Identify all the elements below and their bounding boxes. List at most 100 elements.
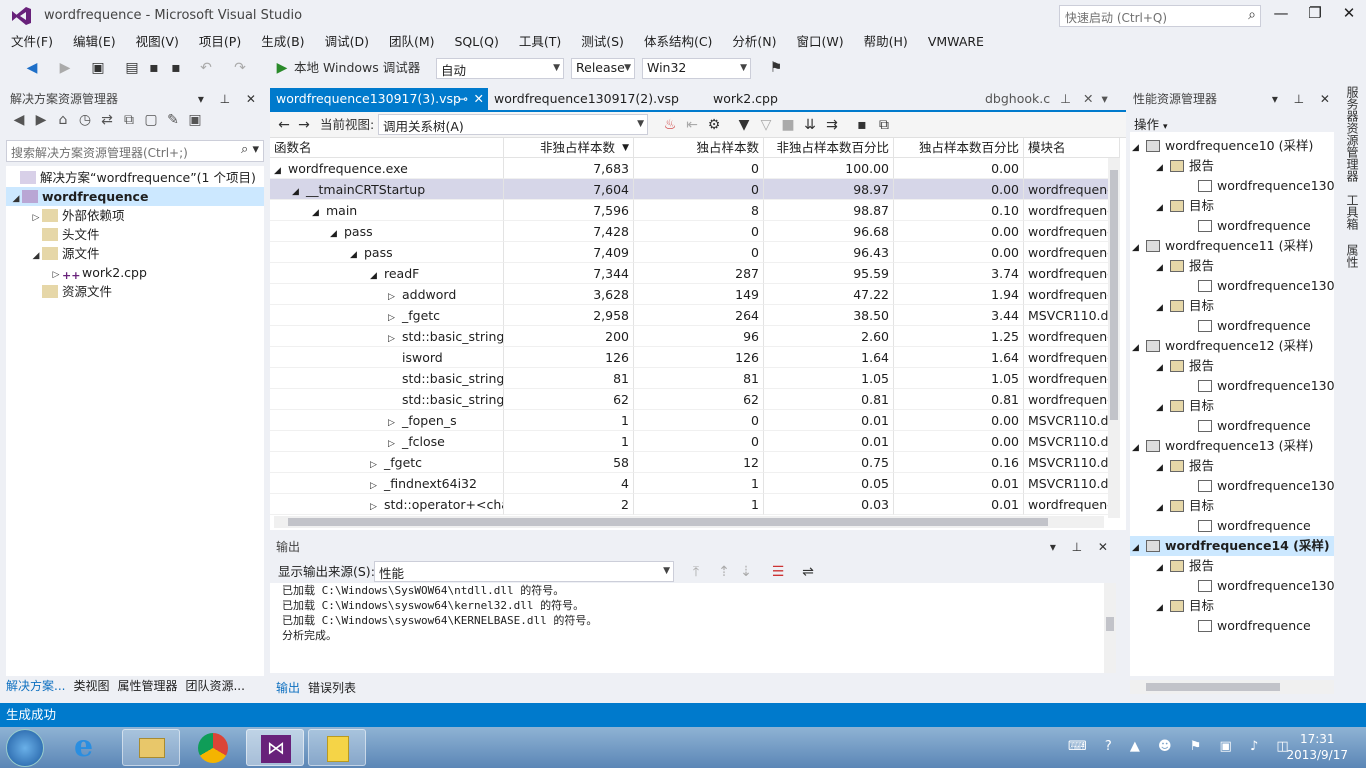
tab-work2-cpp[interactable]: work2.cpp: [707, 88, 784, 110]
column-header-function[interactable]: 函数名: [270, 138, 504, 158]
table-row[interactable]: ▷ _fopen_s 1 0 0.01 0.00 MSVCR110.dll: [270, 410, 1120, 431]
new-project-icon[interactable]: ▣: [88, 58, 108, 78]
start-button[interactable]: [6, 729, 44, 767]
current-view-combo[interactable]: 调用关系树(A) ▼: [378, 114, 648, 135]
table-row[interactable]: ▷ addword 3,628 149 47.22 1.94 wordfrequence: [270, 284, 1120, 305]
expander-icon[interactable]: ▷: [388, 413, 402, 430]
tree-item-work2-cpp[interactable]: ▷ ++ work2.cpp: [6, 263, 264, 282]
export-icon[interactable]: ▪: [854, 115, 870, 135]
pin-icon[interactable]: ⊸: [458, 88, 468, 110]
chrome-icon[interactable]: [184, 729, 242, 766]
expander-icon[interactable]: ◢: [350, 245, 364, 262]
menu-tools[interactable]: 工具(T): [508, 32, 570, 52]
expander-icon[interactable]: ▷: [370, 476, 384, 493]
reroot-icon[interactable]: ⇤: [684, 115, 700, 135]
table-row[interactable]: ◢ main 7,596 8 98.87 0.10 wordfrequence: [270, 200, 1120, 221]
expander-icon[interactable]: ◢: [370, 266, 384, 283]
vertical-scrollbar[interactable]: [1104, 583, 1116, 673]
expander-icon[interactable]: ▷: [388, 329, 402, 346]
scrollbar-thumb[interactable]: [288, 518, 1048, 526]
tree-item-headers[interactable]: 头文件: [6, 225, 264, 244]
close-icon[interactable]: ✕: [474, 88, 484, 110]
collapse-icon[interactable]: ◢: [1132, 138, 1146, 158]
home-icon[interactable]: ⌂: [52, 112, 74, 128]
menu-build[interactable]: 生成(B): [250, 32, 313, 52]
expander-icon[interactable]: ◢: [274, 161, 288, 178]
maximize-button[interactable]: ❐: [1302, 4, 1328, 26]
tree-session[interactable]: ◢ wordfrequence10 (采样): [1130, 136, 1334, 156]
tab-vsp-2[interactable]: wordfrequence130917(2).vsp: [488, 88, 685, 110]
tree-session[interactable]: ◢ wordfrequence13 (采样): [1130, 436, 1334, 456]
collapse-icon[interactable]: ◢: [1156, 358, 1170, 378]
vertical-scrollbar[interactable]: [1108, 158, 1120, 518]
expander-icon[interactable]: ▷: [388, 308, 402, 325]
collapse-icon[interactable]: ◢: [1156, 398, 1170, 418]
tree-target[interactable]: wordfrequence: [1130, 416, 1334, 436]
clear-all-icon[interactable]: ☰: [770, 562, 786, 582]
scrollbar-thumb[interactable]: [1146, 683, 1280, 691]
tab-class-view[interactable]: 类视图: [73, 679, 109, 693]
tab-solution-explorer[interactable]: 解决方案...: [6, 679, 65, 693]
show-callers-icon[interactable]: ⇊: [802, 115, 818, 135]
back-icon[interactable]: ◀: [8, 112, 30, 128]
menu-team[interactable]: 团队(M): [378, 32, 444, 52]
scrollbar-thumb[interactable]: [1110, 170, 1118, 420]
panel-controls[interactable]: ▾ ⊥ ✕: [1272, 88, 1336, 110]
sync-icon[interactable]: ⇄: [96, 112, 118, 128]
expander-icon[interactable]: ▷: [388, 434, 402, 451]
tab-team-explorer[interactable]: 团队资源...: [185, 679, 244, 693]
menu-sql[interactable]: SQL(Q): [444, 32, 508, 52]
collapse-icon[interactable]: ◢: [1132, 238, 1146, 258]
menu-debug[interactable]: 调试(D): [314, 32, 378, 52]
tree-target[interactable]: wordfrequence: [1130, 616, 1334, 636]
tree-item-project[interactable]: ◢ wordfrequence: [6, 187, 264, 206]
tree-report-file[interactable]: wordfrequence1309: [1130, 176, 1334, 196]
tree-item-resources[interactable]: 资源文件: [6, 282, 264, 301]
word-wrap-icon[interactable]: ⇌: [800, 562, 816, 582]
column-header-module[interactable]: 模块名: [1024, 138, 1120, 158]
actions-dropdown[interactable]: 操作 ▾: [1134, 114, 1168, 133]
panel-controls[interactable]: ▾ ⊥ ✕: [198, 88, 262, 110]
start-debug-icon[interactable]: ▶: [274, 58, 290, 78]
tree-report-file[interactable]: wordfrequence1309: [1130, 276, 1334, 296]
visual-studio-taskbar-icon[interactable]: ⋈: [246, 729, 304, 766]
settings-icon[interactable]: ⚙: [706, 115, 722, 135]
table-row[interactable]: ▷ _findnext64i32 4 1 0.05 0.01 MSVCR110.dll: [270, 473, 1120, 494]
tree-target-folder[interactable]: ◢ 目标: [1130, 296, 1334, 316]
quick-launch-input[interactable]: 快速启动 (Ctrl+Q) ⌕: [1059, 5, 1261, 27]
internet-explorer-icon[interactable]: e: [74, 732, 104, 763]
menu-window[interactable]: 窗口(W): [786, 32, 853, 52]
forward-icon[interactable]: ▶: [30, 112, 52, 128]
panel-controls[interactable]: ▾ ⊥ ✕: [1050, 537, 1114, 557]
tree-target-folder[interactable]: ◢ 目标: [1130, 196, 1334, 216]
tree-report-file[interactable]: wordfrequence1309: [1130, 476, 1334, 496]
menu-file[interactable]: 文件(F): [0, 32, 62, 52]
collapse-all-icon[interactable]: ⧉: [118, 112, 140, 128]
tab-overflow-icon[interactable]: ▾: [1101, 91, 1107, 106]
collapse-icon[interactable]: ◢: [1132, 338, 1146, 358]
tree-target[interactable]: wordfrequence: [1130, 516, 1334, 536]
expander-icon[interactable]: ◢: [292, 182, 306, 199]
table-row[interactable]: ▷ std::basic_string< 200 96 2.60 1.25 wordfreq…: [270, 326, 1120, 347]
collapse-icon[interactable]: ◢: [1132, 438, 1146, 458]
column-header-inclusive[interactable]: 非独占样本数 ▼: [504, 138, 634, 158]
collapse-icon[interactable]: ◢: [1132, 538, 1146, 558]
tree-session[interactable]: ◢ wordfrequence14 (采样): [1130, 536, 1334, 556]
toolbox-tab[interactable]: 工具箱: [1344, 194, 1361, 230]
debugger-button[interactable]: 本地 Windows 调试器: [294, 58, 434, 78]
expander-icon[interactable]: ◢: [312, 203, 326, 220]
stop-icon[interactable]: ■: [780, 115, 796, 135]
properties-tab[interactable]: 属性: [1344, 244, 1361, 268]
expander-icon[interactable]: ▷: [370, 497, 384, 514]
collapse-icon[interactable]: ◢: [1156, 498, 1170, 518]
forward-icon[interactable]: ▶: [56, 58, 74, 78]
tab-output[interactable]: 输出: [276, 681, 300, 695]
table-row[interactable]: ▷ _fclose 1 0 0.01 0.00 MSVCR110.dll: [270, 431, 1120, 452]
table-row[interactable]: ▷ std::operator+<char 2 1 0.03 0.01 wordfreque…: [270, 494, 1120, 515]
table-row[interactable]: ▷ _fgetc 2,958 264 38.50 3.44 MSVCR110.dll: [270, 305, 1120, 326]
menu-project[interactable]: 项目(P): [188, 32, 250, 52]
platform-combo[interactable]: Win32 ▼: [642, 58, 751, 79]
collapse-icon[interactable]: ◢: [1156, 458, 1170, 478]
menu-analyze[interactable]: 分析(N): [721, 32, 785, 52]
filter-icon[interactable]: ▼: [736, 115, 752, 135]
